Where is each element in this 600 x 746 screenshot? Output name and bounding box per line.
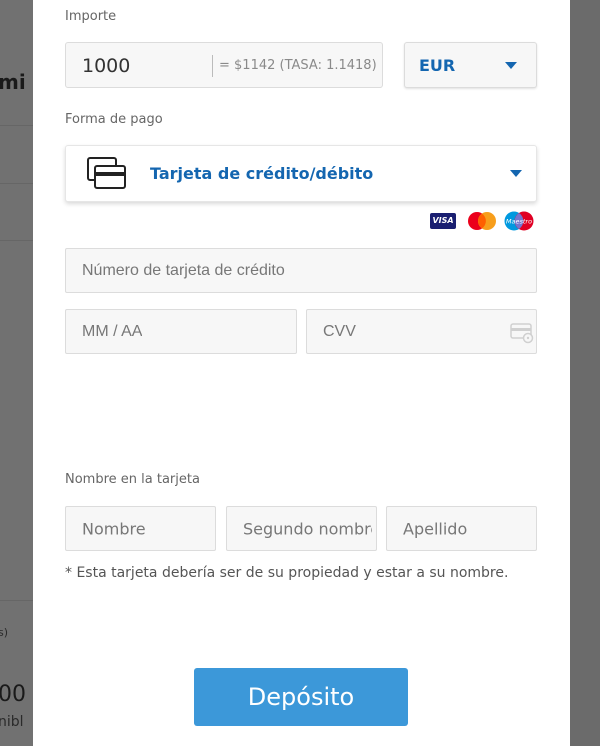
background-right-strip	[570, 0, 600, 746]
cvv-input[interactable]: CVV	[306, 309, 537, 354]
deposit-modal: Importe 1000 = $1142 (TASA: 1.1418) EUR …	[33, 0, 570, 746]
background-left-strip: mi s) 00 nibl	[0, 0, 33, 746]
background-divider	[0, 600, 33, 601]
card-number-input[interactable]: Número de tarjeta de crédito	[65, 248, 537, 293]
last-name-input[interactable]: Apellido	[386, 506, 537, 551]
chevron-down-icon	[505, 62, 517, 69]
background-amount: 00	[0, 682, 26, 707]
conversion-rate-text: = $1142 (TASA: 1.1418)	[219, 58, 377, 73]
middle-name-placeholder: Segundo nombre	[243, 519, 372, 538]
visa-logo-icon: VISA	[430, 213, 456, 229]
amount-input[interactable]: 1000 = $1142 (TASA: 1.1418)	[65, 42, 383, 88]
first-name-placeholder: Nombre	[82, 519, 146, 538]
deposit-button[interactable]: Depósito	[194, 668, 408, 726]
amount-separator	[212, 55, 213, 77]
background-divider	[0, 125, 33, 126]
background-divider	[0, 240, 33, 241]
cvv-placeholder: CVV	[323, 322, 356, 340]
maestro-logo-icon: Maestro	[504, 211, 534, 231]
first-name-input[interactable]: Nombre	[65, 506, 216, 551]
chevron-down-icon	[510, 170, 522, 177]
payment-method-value: Tarjeta de crédito/débito	[150, 164, 374, 183]
background-small-text: s)	[0, 626, 9, 639]
amount-value: 1000	[82, 55, 131, 77]
payment-method-label: Forma de pago	[65, 112, 163, 127]
ownership-note: * Esta tarjeta debería ser de su propied…	[65, 565, 509, 581]
background-available-text: nibl	[0, 714, 24, 730]
amount-label: Importe	[65, 9, 117, 24]
cvv-card-icon	[510, 323, 534, 344]
mastercard-logo-icon	[468, 212, 496, 230]
card-number-placeholder: Número de tarjeta de crédito	[82, 261, 285, 279]
expiry-date-input[interactable]: MM / AA	[65, 309, 297, 354]
background-divider	[0, 183, 33, 184]
currency-select[interactable]: EUR	[404, 42, 537, 88]
card-brand-logos: VISA Maestro	[430, 210, 538, 232]
payment-method-select[interactable]: Tarjeta de crédito/débito	[65, 145, 537, 202]
name-on-card-label: Nombre en la tarjeta	[65, 472, 200, 487]
background-heading: mi	[0, 70, 26, 94]
currency-value: EUR	[419, 56, 456, 75]
middle-name-input[interactable]: Segundo nombre	[226, 506, 377, 551]
svg-text:Maestro: Maestro	[506, 218, 532, 226]
last-name-placeholder: Apellido	[403, 519, 468, 538]
credit-card-stack-icon	[87, 157, 126, 189]
expiry-date-placeholder: MM / AA	[82, 322, 143, 340]
